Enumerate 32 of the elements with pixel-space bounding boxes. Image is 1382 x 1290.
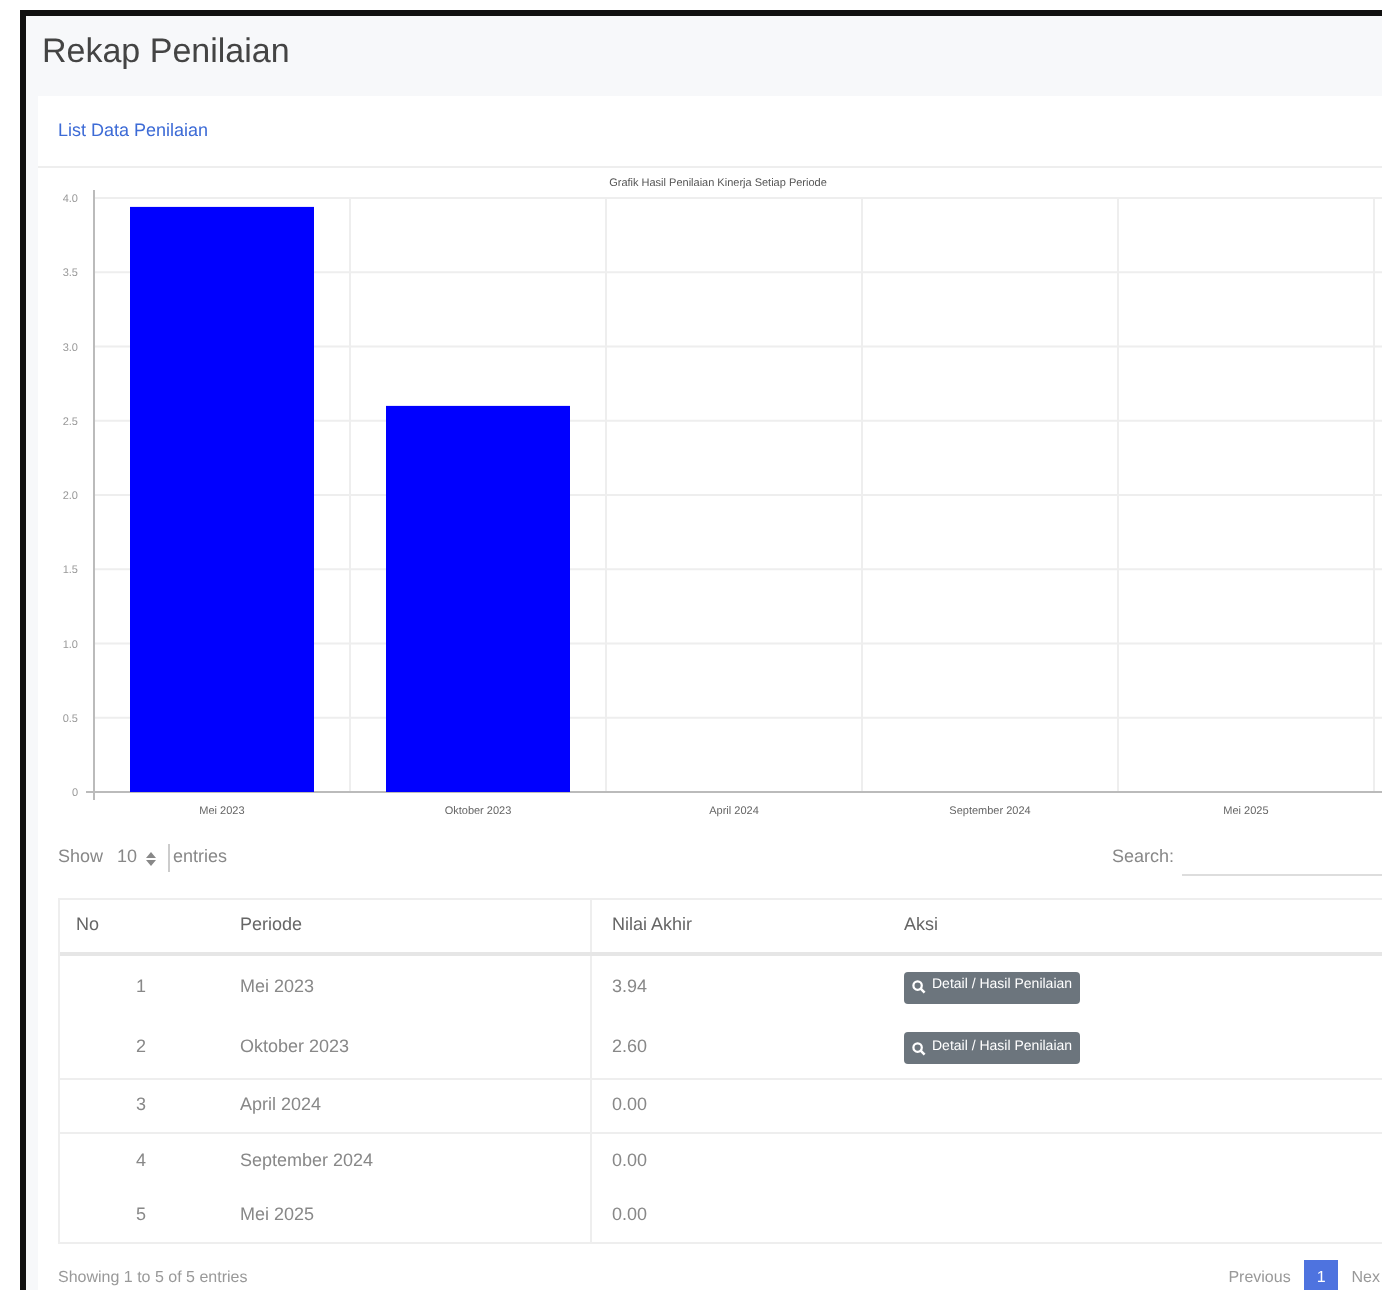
table-cell-text: 0.00	[612, 1201, 648, 1228]
table-cell-text: 4	[136, 1147, 147, 1174]
table-info: Showing 1 to 5 of 5 entries	[58, 1266, 248, 1290]
table-cell-text: Mei 2025	[240, 1201, 315, 1228]
column-header[interactable]: Periode	[240, 912, 303, 940]
table-cell-text: Oktober 2023	[240, 1034, 350, 1061]
length-label: entries	[167, 844, 228, 872]
table-cell-text: 0.00	[612, 1092, 648, 1119]
pagination-button[interactable]: Previous	[1226, 1260, 1293, 1290]
table-cell-text: 2	[136, 1034, 147, 1061]
search-label: Search:	[1111, 844, 1174, 871]
pagination-button[interactable]: 1	[1304, 1260, 1338, 1290]
table-cell-text: Mei 2023	[240, 973, 315, 1000]
column-header[interactable]: Nilai Akhir	[612, 912, 693, 940]
search-icon	[912, 1041, 926, 1055]
pagination-button[interactable]: Nex	[1349, 1260, 1382, 1290]
table-cell-text: 5	[136, 1201, 147, 1228]
search-icon	[912, 980, 926, 994]
card-title: List Data Penilaian	[58, 117, 209, 144]
column-header[interactable]: Aksi	[904, 912, 939, 940]
table-cell-text: 3	[136, 1092, 147, 1119]
table-cell-text: 2.60	[612, 1034, 648, 1061]
page-length-select[interactable]: 10	[111, 842, 162, 874]
table-cell-text: April 2024	[240, 1092, 322, 1119]
table-cell-text: 1	[136, 973, 147, 1000]
page-title: Rekap Penilaian	[42, 30, 290, 75]
length-label: Show	[58, 844, 104, 871]
column-header[interactable]: No	[76, 912, 100, 940]
table-cell-text: 3.94	[612, 973, 648, 1000]
table-cell-text: 0.00	[612, 1147, 648, 1174]
table-cell-text: September 2024	[240, 1147, 374, 1174]
sort-arrows-icon	[145, 851, 156, 865]
